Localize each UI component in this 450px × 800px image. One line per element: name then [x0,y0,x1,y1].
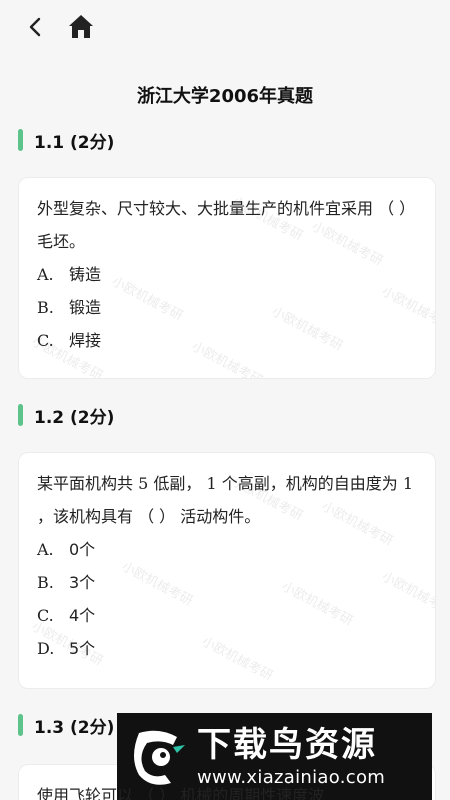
section-header-1-3: 1.3 (2分) [18,712,114,738]
question-number: 5 [138,474,149,493]
option-b[interactable]: B. 锻造 [37,291,417,324]
question-card-1-2: 小欧机械考研 小欧机械考研 小欧机械考研 小欧机械考研 小欧机械考研 小欧机械考… [18,452,436,689]
question-text-part: 个高副，机构的自由度为 [221,474,398,493]
section-accent-bar [18,714,23,736]
section-label: 1.2 (2分) [34,407,115,428]
option-letter: A. [37,540,54,559]
option-text: 4个 [69,606,96,625]
question-number: 1 [402,474,414,493]
section-header-1-1: 1.1 (2分) [18,127,114,153]
option-d[interactable]: D. 5个 [37,632,417,665]
chevron-left-icon [29,17,41,37]
option-letter: A. [37,265,54,284]
section-label: 1.3 (2分) [34,717,115,738]
overlay-brand: 下载鸟资源 [197,725,377,765]
question-number: 1 [206,474,217,493]
option-text: 3个 [69,573,96,592]
question-text: 外型复杂、尺寸较大、大批量生产的机件宜采用 （ ） 毛坯。 [37,199,416,251]
option-text: 0个 [69,540,96,559]
section-accent-bar [18,404,23,426]
question-text-part: ，该机构具有 （ ） 活动构件。 [37,507,261,526]
option-letter: B. [37,298,54,317]
option-letter: B. [37,573,54,592]
back-button[interactable] [22,12,52,42]
option-a[interactable]: A. 铸造 [37,258,417,291]
option-text: 5个 [69,639,96,658]
home-button[interactable] [66,12,96,42]
option-letter: D. [37,639,55,658]
question-text: 使用飞轮可以 （ ） 机械的周期性速度波 [37,786,325,800]
question-card-1-1: 小欧机械考研 小欧机械考研 小欧机械考研 小欧机械考研 小欧机械考研 小欧机械考… [18,177,436,379]
option-b[interactable]: B. 3个 [37,566,417,599]
option-text: 锻造 [69,298,102,317]
option-text: 铸造 [69,265,102,284]
option-c[interactable]: C. 焊接 [37,324,417,357]
home-icon [69,15,93,38]
question-text: 某平面机构共 5 低副， 1 个高副，机构的自由度为 1 ，该机构具有 （ ） … [37,467,417,533]
question-text-part: 某平面机构共 [37,474,134,493]
option-text: 焊接 [69,331,102,350]
question-text-part: 低副， [153,474,202,493]
bird-logo-icon [134,730,185,785]
option-letter: C. [37,606,54,625]
option-a[interactable]: A. 0个 [37,533,417,566]
page-title: 浙江大学2006年真题 [136,86,314,107]
top-nav [0,0,450,56]
option-c[interactable]: C. 4个 [37,599,417,632]
option-letter: C. [37,331,54,350]
section-accent-bar [18,129,23,151]
section-label: 1.1 (2分) [34,132,115,153]
section-header-1-2: 1.2 (2分) [18,402,114,428]
